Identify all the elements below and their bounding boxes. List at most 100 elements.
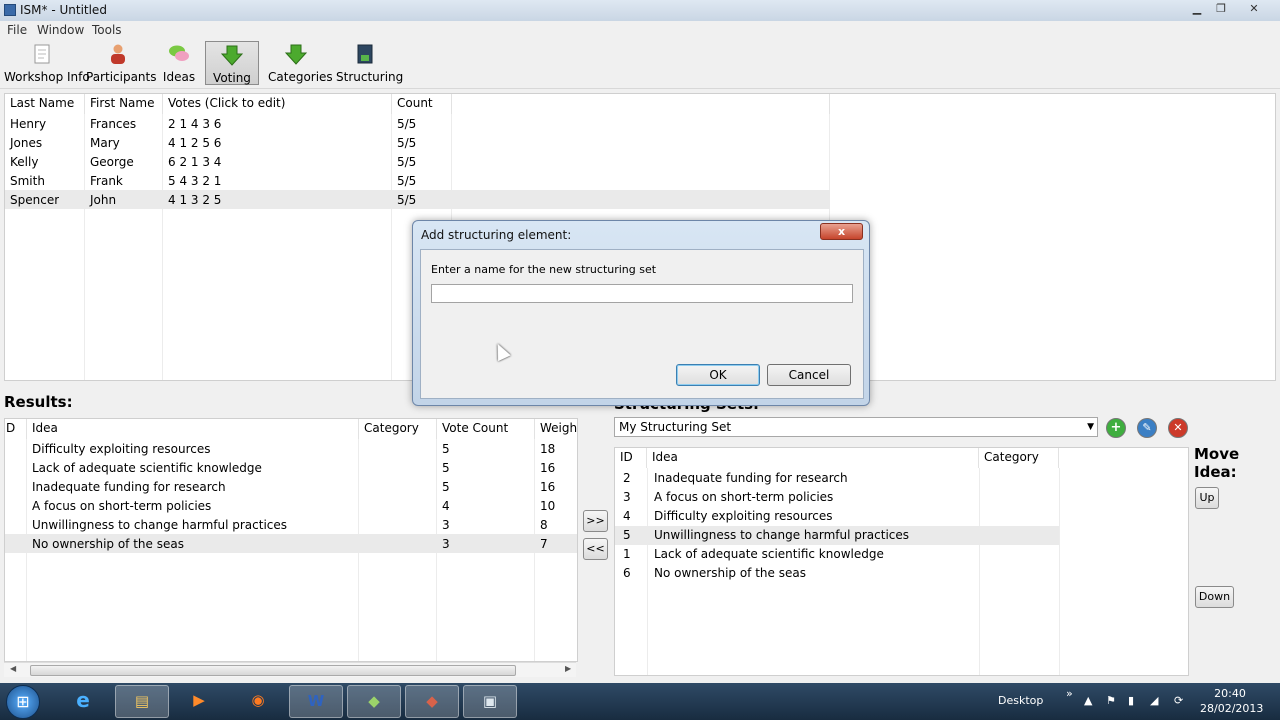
cell-count: 5/5: [397, 193, 417, 207]
menu-bar: File Window Tools: [0, 21, 1280, 39]
results-title: Results:: [4, 393, 73, 411]
dialog-close-button[interactable]: x: [820, 223, 863, 240]
cell-votes[interactable]: 4 1 2 5 6: [163, 134, 221, 153]
cell-first-name[interactable]: Frank: [85, 172, 123, 191]
column-header-count[interactable]: Count: [392, 94, 452, 114]
file-explorer-icon[interactable]: ▤: [115, 685, 169, 718]
cell-first-name[interactable]: George: [85, 153, 134, 172]
cell-idea[interactable]: Difficulty exploiting resources: [649, 507, 832, 526]
ok-button[interactable]: OK: [676, 364, 760, 386]
network-icon[interactable]: ◢: [1150, 694, 1158, 707]
cell-last-name[interactable]: Henry: [5, 115, 46, 134]
remove-from-set-button[interactable]: <<: [583, 538, 608, 560]
cell-first-name[interactable]: John: [85, 191, 116, 210]
toolbar-structuring[interactable]: Structuring: [336, 41, 403, 85]
minimize-button[interactable]: ▁: [1186, 1, 1208, 17]
cell-id: 5: [623, 528, 631, 542]
cell-votes[interactable]: 4 1 3 2 5: [163, 191, 221, 210]
firefox-icon[interactable]: ◉: [231, 685, 285, 718]
toolbar-label: Workshop Info: [4, 70, 90, 84]
cell-idea[interactable]: Lack of adequate scientific knowledge: [649, 545, 884, 564]
move-down-button[interactable]: Down: [1195, 586, 1234, 608]
cell-last-name[interactable]: Smith: [5, 172, 45, 191]
word-icon[interactable]: W: [289, 685, 343, 718]
notepad-icon: [34, 44, 50, 64]
cell-idea[interactable]: No ownership of the seas: [649, 564, 806, 583]
cell-weight: 10: [540, 499, 556, 513]
results-horizontal-scrollbar[interactable]: ◀ ▶: [4, 662, 576, 677]
scroll-left-icon[interactable]: ◀: [10, 664, 16, 673]
action-center-icon[interactable]: ⚑: [1106, 694, 1116, 707]
column-header-idea[interactable]: Idea: [647, 448, 979, 468]
chevron-down-icon[interactable]: ▼: [1087, 418, 1094, 436]
menu-tools[interactable]: Tools: [92, 23, 122, 37]
column-header-id[interactable]: ID: [615, 448, 647, 468]
column-header-first-name[interactable]: First Name: [85, 94, 163, 114]
toolbar-participants[interactable]: Participants: [86, 41, 157, 85]
desktop-toolbar-label[interactable]: Desktop: [998, 694, 1043, 707]
delete-set-button[interactable]: ✕: [1168, 418, 1188, 438]
column-header-category[interactable]: Category: [359, 419, 437, 439]
menu-window[interactable]: Window: [37, 23, 84, 37]
cell-vote-count: 3: [442, 518, 450, 532]
media-player-icon[interactable]: ▶: [172, 685, 226, 718]
clock-time: 20:40: [1214, 687, 1246, 700]
sync-icon[interactable]: ⟳: [1174, 694, 1183, 707]
add-set-button[interactable]: +: [1106, 418, 1126, 438]
tray-overflow-icon[interactable]: ▲: [1084, 694, 1092, 707]
column-header-last-name[interactable]: Last Name: [5, 94, 85, 114]
cell-count: 5/5: [397, 117, 417, 131]
cell-first-name[interactable]: Mary: [85, 134, 120, 153]
cell-idea[interactable]: A focus on short-term policies: [649, 488, 833, 507]
move-up-button[interactable]: Up: [1195, 487, 1219, 509]
start-button[interactable]: ⊞: [6, 685, 40, 719]
cell-idea[interactable]: Lack of adequate scientific knowledge: [27, 459, 262, 478]
close-button[interactable]: ✕: [1243, 1, 1265, 17]
cell-idea[interactable]: Inadequate funding for research: [27, 478, 226, 497]
structuring-set-name-input[interactable]: [431, 284, 853, 303]
cell-votes[interactable]: 5 4 3 2 1: [163, 172, 221, 191]
cell-idea[interactable]: Unwillingness to change harmful practice…: [649, 526, 909, 545]
menu-file[interactable]: File: [7, 23, 27, 37]
power-icon[interactable]: ▮: [1128, 694, 1134, 707]
cell-votes[interactable]: 2 1 4 3 6: [163, 115, 221, 134]
column-header-vote-count[interactable]: Vote Count: [437, 419, 535, 439]
toolbar-categories[interactable]: Categories: [268, 41, 333, 85]
app-icon-2[interactable]: ◆: [405, 685, 459, 718]
toolbar-voting[interactable]: Voting: [205, 41, 259, 85]
app-icon[interactable]: ◆: [347, 685, 401, 718]
taskbar-clock[interactable]: 20:40 28/02/2013: [1200, 686, 1263, 716]
cell-vote-count: 3: [442, 537, 450, 551]
toolbar-ideas[interactable]: Ideas: [161, 41, 197, 85]
cell-last-name[interactable]: Spencer: [5, 191, 59, 210]
cell-id: 4: [623, 509, 631, 523]
cell-id: 6: [623, 566, 631, 580]
cell-idea[interactable]: No ownership of the seas: [27, 535, 184, 554]
column-header-id[interactable]: D: [5, 419, 27, 439]
column-header-idea[interactable]: Idea: [27, 419, 359, 439]
cell-first-name[interactable]: Frances: [85, 115, 136, 134]
scrollbar-thumb[interactable]: [30, 665, 516, 676]
toolbar-workshop-info[interactable]: Workshop Info: [4, 41, 90, 85]
cell-idea[interactable]: A focus on short-term policies: [27, 497, 211, 516]
cell-idea[interactable]: Difficulty exploiting resources: [27, 440, 210, 459]
column-header-weight[interactable]: Weight: [535, 419, 577, 439]
structuring-set-select[interactable]: My Structuring Set ▼: [614, 417, 1098, 437]
cell-idea[interactable]: Inadequate funding for research: [649, 469, 848, 488]
column-header-category[interactable]: Category: [979, 448, 1059, 468]
scroll-right-icon[interactable]: ▶: [565, 664, 571, 673]
maximize-button[interactable]: ❐: [1210, 1, 1232, 17]
app-icon: [4, 4, 16, 16]
cancel-button[interactable]: Cancel: [767, 364, 851, 386]
toolbar-expand-icon[interactable]: »: [1066, 687, 1073, 700]
add-to-set-button[interactable]: >>: [583, 510, 608, 532]
cell-last-name[interactable]: Jones: [5, 134, 42, 153]
cell-last-name[interactable]: Kelly: [5, 153, 38, 172]
cell-count: 5/5: [397, 136, 417, 150]
column-header-votes[interactable]: Votes (Click to edit): [163, 94, 392, 114]
cell-idea[interactable]: Unwillingness to change harmful practice…: [27, 516, 287, 535]
internet-explorer-icon[interactable]: e: [56, 685, 110, 718]
edit-set-button[interactable]: ✎: [1137, 418, 1157, 438]
cell-votes[interactable]: 6 2 1 3 4: [163, 153, 221, 172]
ism-app-icon[interactable]: ▣: [463, 685, 517, 718]
